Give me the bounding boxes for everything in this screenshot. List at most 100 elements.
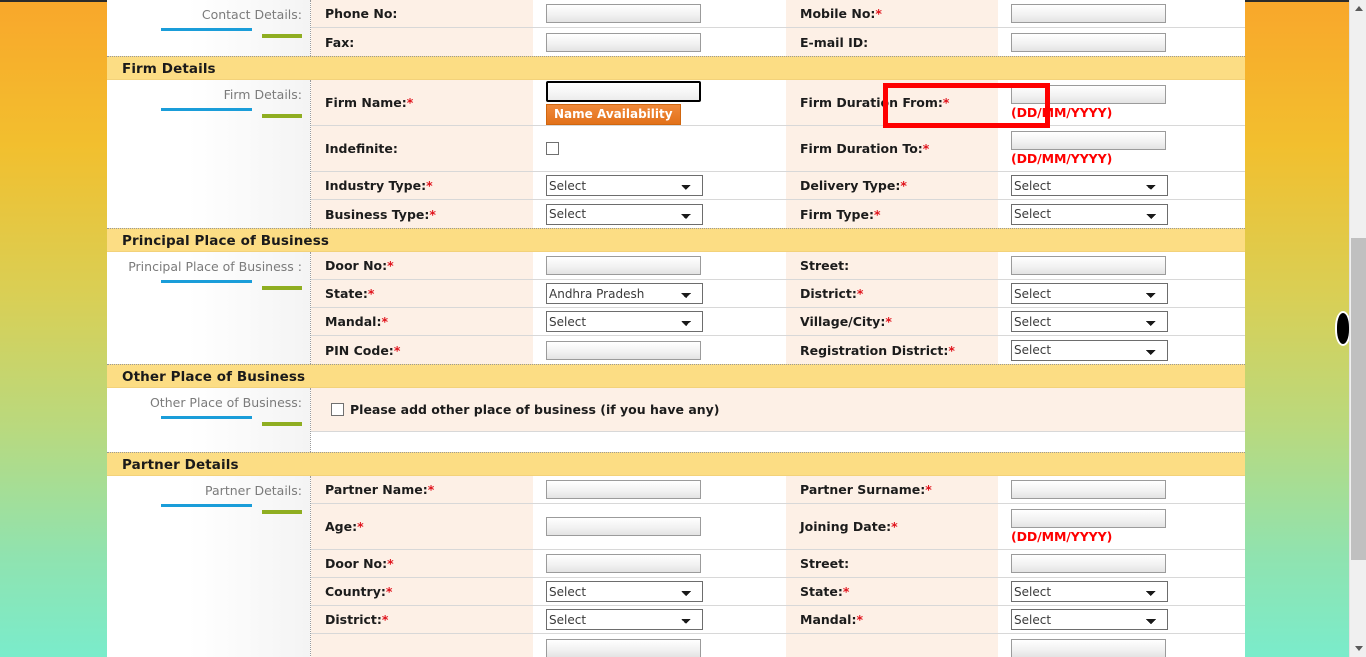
field-label-text: E-mail ID: [800,34,869,50]
left-field-control: Select [533,172,786,199]
field-label-text: Mobile No: [800,6,876,21]
right-partner-surname-input[interactable] [1011,480,1166,499]
section-side-label-firm-details: Firm Details: [107,80,311,228]
field-label-text: Firm Name: [325,95,407,110]
right-mobile-no-input[interactable] [1011,4,1166,23]
left-country-select[interactable]: Select [546,581,703,602]
left-door-no-input[interactable] [546,256,701,275]
vertical-scrollbar[interactable] [1349,0,1366,657]
right-street-input[interactable] [1011,256,1166,275]
left-firm-name-input[interactable] [546,80,701,102]
left-field-label: State: * [311,280,533,307]
section-side-label-partner-details: Partner Details: [107,476,311,657]
drag-bead-indicator [1337,313,1349,344]
right-field-label: Street: [786,550,998,577]
field-label-text: Street: [800,258,850,273]
vertical-scroll-thumb[interactable] [1351,238,1366,560]
required-asterisk: * [426,178,433,193]
right-field-control: Select [998,280,1245,307]
left-door-no-input[interactable] [546,554,701,573]
required-asterisk: * [357,519,364,534]
right-e-mail-id-input[interactable] [1011,32,1166,52]
left-partner-name-input[interactable] [546,480,701,499]
right-firm-duration-from-input[interactable] [1011,85,1166,104]
form-row: Age: * Joining Date: * (DD/MM/YYYY) [311,504,1245,550]
add-other-place-checkbox[interactable] [331,403,344,416]
name-availability-button[interactable]: Name Availability [546,103,681,125]
left-field-label [311,634,533,657]
left-field-label: PIN Code: * [311,336,533,364]
section-body-contact-details: Contact Details: Phone No: Mobile No: * Fax:… [107,0,1245,56]
right-mandal-select[interactable]: Select [1011,609,1168,630]
required-asterisk: * [948,342,955,358]
right-firm-type-select[interactable]: Select [1011,203,1168,225]
scroll-up-arrow-icon[interactable] [1350,0,1366,17]
left-field-label: Business Type: * [311,200,533,228]
section-side-label-text: Partner Details: [205,483,302,498]
side-accent-bars [107,502,310,514]
left-field-control: Select [533,308,786,335]
left-state-select[interactable]: Andhra Pradesh [546,283,703,304]
right-delivery-type-select[interactable]: Select [1011,175,1168,196]
section-side-label-other-place-of-business: Other Place of Business: [107,388,311,452]
section-fields-partner-details: Partner Name: * Partner Surname: * Age: * Join… [311,476,1245,657]
left-indefinite-checkbox[interactable] [546,142,559,155]
scroll-down-arrow-icon[interactable] [1350,640,1366,657]
required-asterisk: * [842,584,850,599]
right-field-control [998,0,1245,27]
left-field-control [533,28,786,56]
accent-bar-green [262,286,302,290]
right-firm-duration-to-input[interactable] [1011,131,1166,150]
right-village-city-select[interactable]: Select [1011,311,1168,332]
right-field-label: Partner Surname: * [786,476,998,503]
form-row: Partner Name: * Partner Surname: * [311,476,1245,504]
right-field-control: (DD/MM/YYYY) [998,80,1245,125]
accent-bar-blue [161,108,252,111]
required-asterisk: * [856,286,864,301]
right-district-select[interactable]: Select [1011,283,1168,304]
right-registration-district-select[interactable]: Select [1011,339,1168,361]
required-asterisk: * [429,206,436,222]
left-field-control: Select [533,606,786,633]
right-joining-date-input[interactable] [1011,509,1166,528]
left-industry-type-select[interactable]: Select [546,175,703,196]
required-asterisk: * [873,206,881,222]
left-district-select[interactable]: Select [546,609,703,630]
date-format-hint: (DD/MM/YYYY) [1011,151,1113,166]
left-age-input[interactable] [546,517,701,536]
right-field-label: Mobile No: * [786,0,998,27]
left-fax-input[interactable] [546,32,701,52]
required-asterisk: * [406,95,414,110]
left-field-input[interactable] [546,638,701,657]
form-row: Phone No: Mobile No: * [311,0,1245,28]
field-label-text: Mandal: [800,612,857,627]
date-format-hint: (DD/MM/YYYY) [1011,529,1113,544]
form-row: Fax: E-mail ID: [311,28,1245,56]
right-state-select[interactable]: Select [1011,581,1168,602]
right-field-input[interactable] [1011,638,1166,657]
left-field-label: Door No: * [311,550,533,577]
section-side-label-text: Firm Details: [223,87,302,102]
right-field-control: Select [998,606,1245,633]
form-row: PIN Code: * Registration District: * Select [311,336,1245,364]
section-header-text: Principal Place of Business [122,233,329,249]
left-phone-no-input[interactable] [546,4,701,23]
side-accent-bars [107,26,310,38]
left-pin-code-input[interactable] [546,340,701,360]
left-field-label: District: * [311,606,533,633]
left-mandal-select[interactable]: Select [546,311,703,332]
date-format-hint: (DD/MM/YYYY) [1011,105,1113,120]
accent-bar-green [262,422,302,426]
accent-bar-blue [161,28,252,31]
right-field-control [998,476,1245,503]
section-side-label-principal-place-of-business: Principal Place of Business : [107,252,311,364]
right-field-label: State: * [786,578,998,605]
field-label-text: Door No: [325,556,388,571]
left-business-type-select[interactable]: Select [546,203,703,225]
right-street-input[interactable] [1011,554,1166,573]
right-field-label: Mandal: * [786,606,998,633]
section-header-text: Partner Details [122,457,239,473]
field-label-text: District: [800,286,857,301]
right-field-control: (DD/MM/YYYY) [998,126,1245,171]
side-accent-bars [107,414,310,426]
